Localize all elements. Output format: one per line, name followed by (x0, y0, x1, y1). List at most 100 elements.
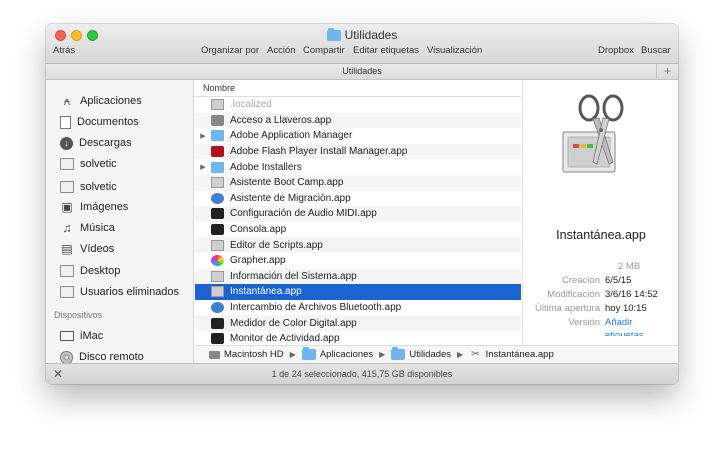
close-icon[interactable]: ✕ (53, 364, 63, 384)
preview-row-creation: Creación 6/5/15 (523, 275, 678, 286)
chevron-right-icon: ▶ (457, 350, 464, 359)
sidebar-item-label: iMac (80, 330, 104, 342)
preview-key: Última apertura (535, 303, 600, 314)
sidebar-item-usuarios-eliminados[interactable]: Usuarios eliminados (60, 283, 179, 301)
path-segment[interactable]: Utilidades (409, 349, 451, 360)
camera-icon: ▣ (61, 200, 73, 214)
sidebar-item-label: Aplicaciones (80, 95, 142, 107)
preview-value: 6/5/15 (605, 275, 632, 286)
sidebar-item-label: Usuarios eliminados (80, 286, 180, 298)
list-item[interactable]: Medidor de Color Digital.app (195, 315, 521, 331)
system-info-icon (211, 270, 224, 282)
add-tags-link[interactable]: Añadir (605, 317, 632, 328)
column-header-name[interactable]: Nombre (195, 80, 521, 97)
list-item[interactable]: .localized (195, 97, 521, 113)
grab-icon: ✂ (471, 349, 480, 360)
list-item[interactable]: Editor de Scripts.app (195, 237, 521, 253)
preview-file-name: Instantánea.app (556, 228, 646, 242)
sidebar-item-label: Música (80, 222, 115, 234)
file-name: Grapher.app (230, 255, 286, 267)
path-segment[interactable]: Aplicaciones (320, 349, 373, 360)
preview-key: Modificación (547, 289, 600, 300)
file-name: Asistente Boot Camp.app (230, 177, 344, 189)
folder-icon (326, 27, 341, 41)
list-item-selected[interactable]: Instantánea.app (195, 284, 521, 300)
sidebar-item-descargas[interactable]: ↓ Descargas (60, 134, 132, 152)
sidebar-item-label: solvetic (80, 158, 117, 170)
file-name: Medidor de Color Digital.app (230, 317, 357, 329)
action-button[interactable]: Acción (267, 45, 296, 56)
view-button[interactable]: Visualización (427, 45, 482, 56)
sidebar-item-label: Disco remoto (79, 351, 144, 363)
hard-drive-icon (209, 350, 220, 359)
finder-window: Utilidades Atrás Organizar por Acción Co… (46, 24, 678, 384)
flash-icon (211, 146, 224, 158)
arrange-by-button[interactable]: Organizar por (201, 45, 259, 56)
list-item[interactable]: Acceso a Llaveros.app (195, 112, 521, 129)
sidebar-item-disco-remoto[interactable]: Disco remoto (60, 348, 144, 363)
path-segment[interactable]: Instantánea.app (486, 349, 554, 360)
list-item[interactable]: Intercambio de Archivos Bluetooth.app (195, 300, 521, 316)
file-name: Adobe Installers (230, 161, 302, 173)
sidebar-item-videos[interactable]: ▤ Vídeos (60, 240, 114, 258)
disclosure-triangle-icon[interactable]: ▶ (195, 163, 211, 171)
path-segment[interactable]: Macintosh HD (224, 349, 284, 360)
applications-icon: ⍲ (63, 94, 71, 108)
window-title-text: Utilidades (344, 28, 398, 42)
dropbox-button[interactable]: Dropbox (598, 45, 634, 56)
file-name: Acceso a Llaveros.app (230, 114, 332, 126)
share-button[interactable]: Compartir (303, 45, 345, 56)
disclosure-triangle-icon[interactable]: ▶ (195, 132, 211, 140)
file-name: Adobe Application Manager (230, 130, 353, 142)
preview-file-size: 2 MB (618, 261, 641, 272)
sidebar-item-documentos[interactable]: Documentos (60, 113, 139, 131)
list-item[interactable]: Grapher.app (195, 253, 521, 269)
list-item[interactable]: ▶ Adobe Application Manager (195, 128, 521, 144)
file-name: Instantánea.app (230, 286, 302, 298)
sidebar-item-solvetic-2[interactable]: solvetic (60, 178, 117, 196)
tab-utilidades[interactable]: Utilidades (342, 66, 382, 76)
search-button[interactable]: Buscar (641, 45, 671, 56)
folder-icon (211, 161, 224, 173)
grab-icon (211, 286, 224, 298)
sidebar-item-label: Descargas (79, 137, 132, 149)
list-item[interactable]: Información del Sistema.app (195, 268, 521, 285)
sidebar-item-label: Desktop (80, 265, 121, 277)
preview-row-last-opened: Última apertura hoy 10:15 (523, 303, 678, 314)
sidebar-item-imac[interactable]: iMac (60, 327, 103, 345)
list-item[interactable]: Configuración de Audio MIDI.app (195, 206, 521, 222)
preview-row-modified: Modificación 3/6/16 14:52 (523, 289, 678, 300)
back-button[interactable]: Atrás (53, 45, 75, 56)
keychain-icon (211, 114, 224, 126)
list-item[interactable]: ▶ Adobe Installers (195, 159, 521, 175)
sidebar-item-label: Documentos (77, 116, 139, 128)
list-item[interactable]: Asistente Boot Camp.app (195, 175, 521, 191)
list-item[interactable]: Consola.app (195, 222, 521, 238)
sidebar-item-label: solvetic (80, 181, 117, 193)
sidebar-item-imagenes[interactable]: ▣ Imágenes (60, 198, 128, 216)
preview-row-tags: etiquetas... (523, 330, 678, 336)
list-item[interactable]: Asistente de Migración.app (195, 191, 521, 207)
status-text: 1 de 24 seleccionado, 415,75 GB disponib… (271, 369, 453, 379)
edit-tags-button[interactable]: Editar etiquetas (353, 45, 419, 56)
new-tab-button[interactable]: + (656, 64, 678, 79)
file-name: Monitor de Actividad.app (230, 333, 340, 345)
file-name: Asistente de Migración.app (230, 192, 351, 204)
folder-icon (391, 347, 406, 360)
file-name: Adobe Flash Player Install Manager.app (230, 146, 408, 158)
grab-icon (562, 94, 624, 173)
sidebar-item-solvetic[interactable]: solvetic (60, 155, 117, 173)
film-icon: ▤ (61, 242, 73, 256)
document-icon (60, 115, 71, 129)
preview-key: Versión (568, 317, 600, 328)
sidebar-item-aplicaciones[interactable]: ⍲ Aplicaciones (60, 92, 142, 110)
sidebar-item-musica[interactable]: ♫ Música (60, 219, 115, 237)
folder-icon (60, 158, 74, 170)
preview-key: Creación (561, 275, 600, 286)
file-list: Nombre .localized Acceso a Llaveros.app … (195, 80, 521, 363)
list-item[interactable]: Adobe Flash Player Install Manager.app (195, 143, 521, 160)
sidebar-item-desktop[interactable]: Desktop (60, 262, 120, 280)
imac-icon (60, 331, 74, 341)
tags-link[interactable]: etiquetas... (605, 330, 651, 336)
title-bar: Utilidades Atrás Organizar por Acción Co… (46, 24, 678, 64)
